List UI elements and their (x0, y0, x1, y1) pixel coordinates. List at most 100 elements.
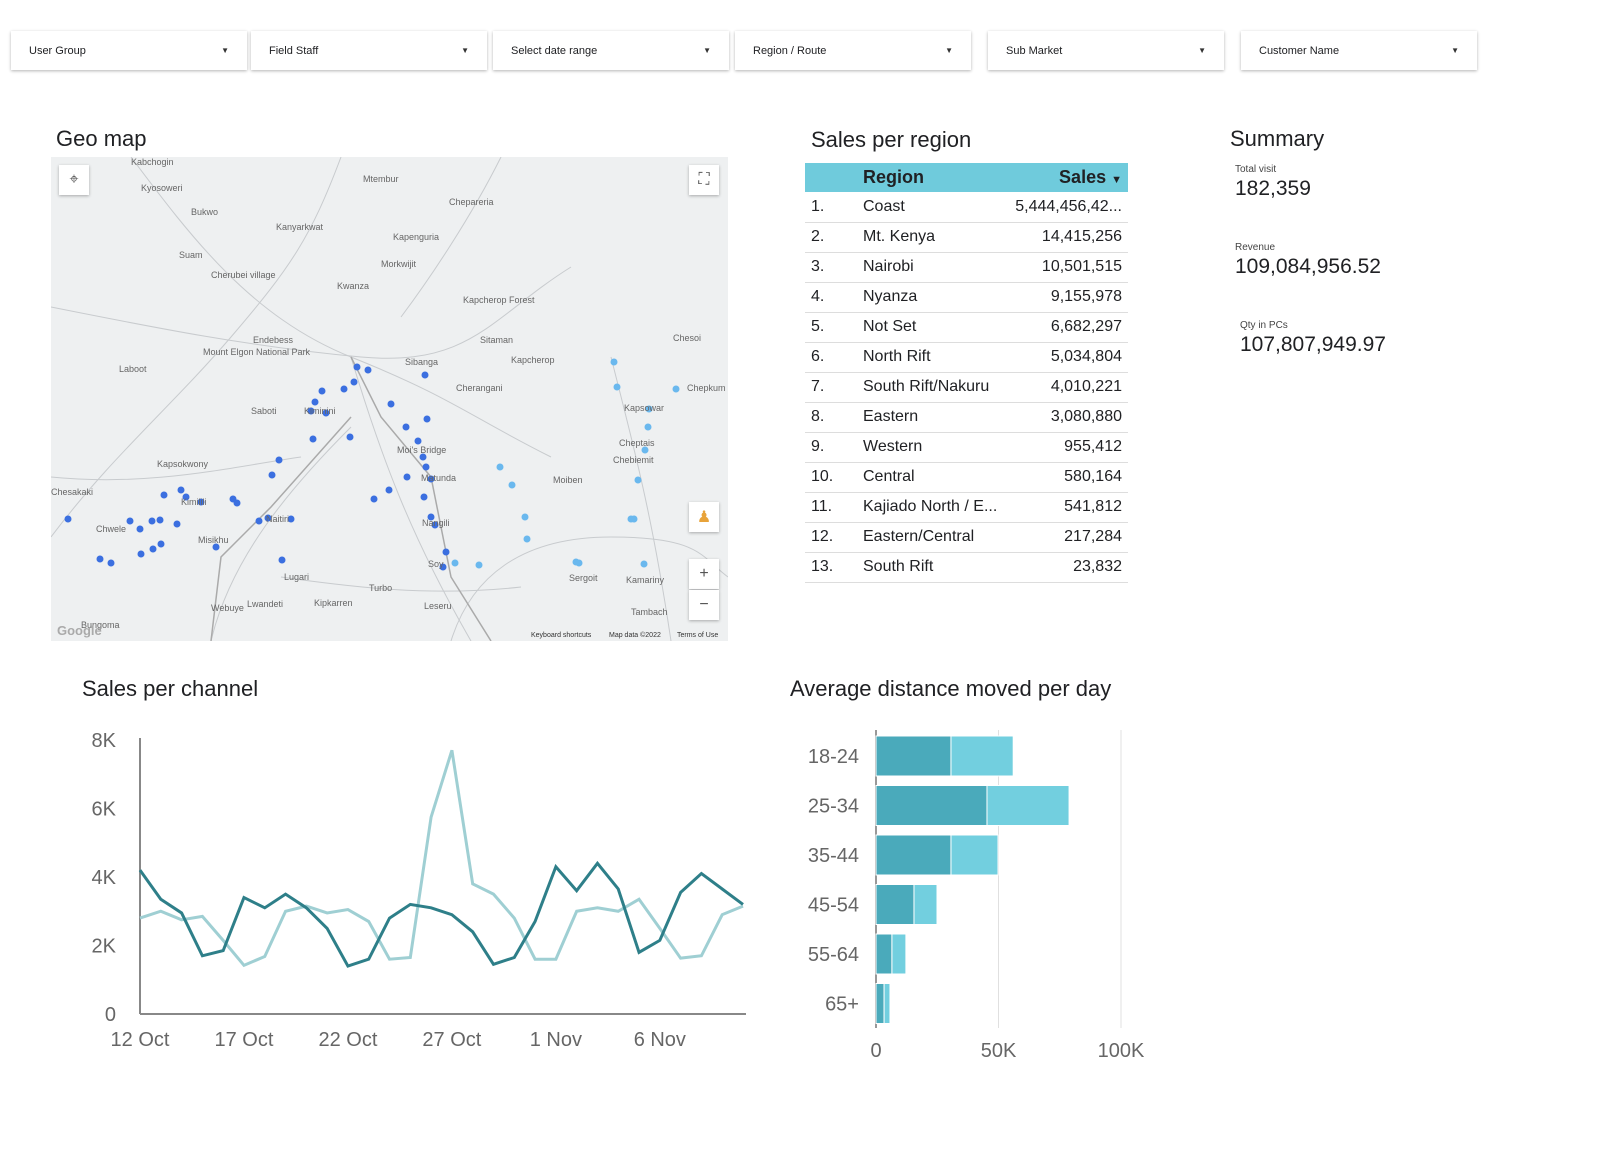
map-marker[interactable] (423, 415, 431, 423)
row-rank: 4. (805, 282, 863, 313)
map-place-label: Misikhu (198, 535, 229, 545)
map-marker[interactable] (318, 387, 326, 395)
row-sales: 4,010,221 (1007, 372, 1128, 403)
fullscreen-icon[interactable]: ⛶ (689, 165, 719, 195)
zoom-out-button[interactable]: − (689, 590, 719, 620)
street-view-pegman-icon[interactable]: ♟ (689, 502, 719, 532)
row-rank: 9. (805, 432, 863, 463)
row-sales: 955,412 (1007, 432, 1128, 463)
map-marker[interactable] (157, 540, 165, 548)
map-marker[interactable] (627, 515, 635, 523)
map-marker[interactable] (275, 456, 283, 464)
map-marker[interactable] (421, 371, 429, 379)
map-marker[interactable] (613, 383, 621, 391)
map-marker[interactable] (364, 366, 372, 374)
table-row[interactable]: 11. Kajiado North / E... 541,812 (805, 492, 1128, 523)
table-row[interactable]: 5. Not Set 6,682,297 (805, 312, 1128, 343)
keyboard-shortcuts-link[interactable]: Keyboard shortcuts (531, 632, 591, 639)
bar-segment (986, 785, 1070, 826)
table-row[interactable]: 10. Central 580,164 (805, 462, 1128, 493)
map-marker[interactable] (177, 486, 185, 494)
zoom-in-button[interactable]: + (689, 559, 719, 589)
table-row[interactable]: 7. South Rift/Nakuru 4,010,221 (805, 372, 1128, 403)
map-marker[interactable] (634, 476, 642, 484)
table-row[interactable]: 3. Nairobi 10,501,515 (805, 252, 1128, 283)
map-marker[interactable] (309, 435, 317, 443)
geo-map[interactable]: Kabchogin Kyosoweri Bukwo Mtembur Chepareria… (51, 157, 728, 641)
map-marker[interactable] (403, 473, 411, 481)
date-range-filter[interactable]: Select date range ▼ (493, 31, 729, 70)
table-row[interactable]: 1. Coast 5,444,456,42... (805, 192, 1128, 223)
dropdown-arrow-icon: ▼ (221, 46, 229, 55)
map-place-label: Kamariny (626, 575, 665, 585)
map-marker[interactable] (148, 517, 156, 525)
map-place-label: Kapcherop Forest (463, 295, 535, 305)
field-staff-filter[interactable]: Field Staff ▼ (251, 31, 487, 70)
map-marker[interactable] (496, 463, 504, 471)
map-marker[interactable] (414, 437, 422, 445)
map-marker[interactable] (385, 486, 393, 494)
map-marker[interactable] (346, 433, 354, 441)
map-marker[interactable] (173, 520, 181, 528)
table-row[interactable]: 2. Mt. Kenya 14,415,256 (805, 222, 1128, 253)
table-row[interactable]: 13. South Rift 23,832 (805, 552, 1128, 583)
row-sales: 3,080,880 (1007, 402, 1128, 433)
x-tick-label: 50K (981, 1040, 1017, 1062)
map-marker[interactable] (387, 400, 395, 408)
map-marker[interactable] (451, 559, 459, 567)
table-row[interactable]: 4. Nyanza 9,155,978 (805, 282, 1128, 313)
sub-market-filter[interactable]: Sub Market ▼ (988, 31, 1224, 70)
map-marker[interactable] (137, 550, 145, 558)
map-marker[interactable] (644, 423, 652, 431)
map-marker[interactable] (640, 560, 648, 568)
map-place-label: Chesoi (673, 333, 702, 343)
map-marker[interactable] (160, 491, 168, 499)
map-marker[interactable] (156, 516, 164, 524)
row-region: North Rift (863, 342, 1008, 373)
table-row[interactable]: 9. Western 955,412 (805, 432, 1128, 463)
map-marker[interactable] (350, 378, 358, 386)
row-rank: 1. (805, 192, 863, 223)
customer-name-filter[interactable]: Customer Name ▼ (1241, 31, 1477, 70)
table-row[interactable]: 6. North Rift 5,034,804 (805, 342, 1128, 373)
map-marker[interactable] (610, 358, 618, 366)
map-marker[interactable] (353, 363, 361, 371)
map-marker[interactable] (442, 548, 450, 556)
y-tick-label: 2K (92, 936, 117, 958)
map-marker[interactable] (233, 499, 241, 507)
map-marker[interactable] (508, 481, 516, 489)
map-marker[interactable] (575, 559, 583, 567)
map-marker[interactable] (672, 385, 680, 393)
table-row[interactable]: 12. Eastern/Central 217,284 (805, 522, 1128, 553)
sales-header[interactable]: Sales ▼ (1007, 163, 1128, 192)
map-marker[interactable] (340, 385, 348, 393)
row-rank: 13. (805, 552, 863, 583)
region-route-filter[interactable]: Region / Route ▼ (735, 31, 971, 70)
table-row[interactable]: 8. Eastern 3,080,880 (805, 402, 1128, 433)
user-group-filter[interactable]: User Group ▼ (11, 31, 247, 70)
map-marker[interactable] (475, 561, 483, 569)
map-marker[interactable] (402, 423, 410, 431)
map-marker[interactable] (422, 463, 430, 471)
map-marker[interactable] (521, 513, 529, 521)
map-marker[interactable] (370, 495, 378, 503)
map-marker[interactable] (420, 493, 428, 501)
terms-of-use-link[interactable]: Terms of Use (677, 632, 718, 639)
map-marker[interactable] (255, 517, 263, 525)
map-marker[interactable] (107, 559, 115, 567)
locate-icon[interactable]: ⌖ (59, 165, 89, 195)
row-region: Nairobi (863, 252, 1008, 283)
map-marker[interactable] (96, 555, 104, 563)
map-marker[interactable] (268, 471, 276, 479)
map-marker[interactable] (126, 517, 134, 525)
map-marker[interactable] (523, 535, 531, 543)
map-marker[interactable] (311, 398, 319, 406)
total-visit-label: Total visit (1235, 164, 1277, 175)
region-header[interactable]: Region (863, 163, 1008, 192)
row-region: Not Set (863, 312, 1008, 343)
map-marker[interactable] (278, 556, 286, 564)
map-marker[interactable] (136, 525, 144, 533)
x-tick-label: 12 Oct (111, 1029, 170, 1051)
map-marker[interactable] (64, 515, 72, 523)
map-marker[interactable] (149, 545, 157, 553)
